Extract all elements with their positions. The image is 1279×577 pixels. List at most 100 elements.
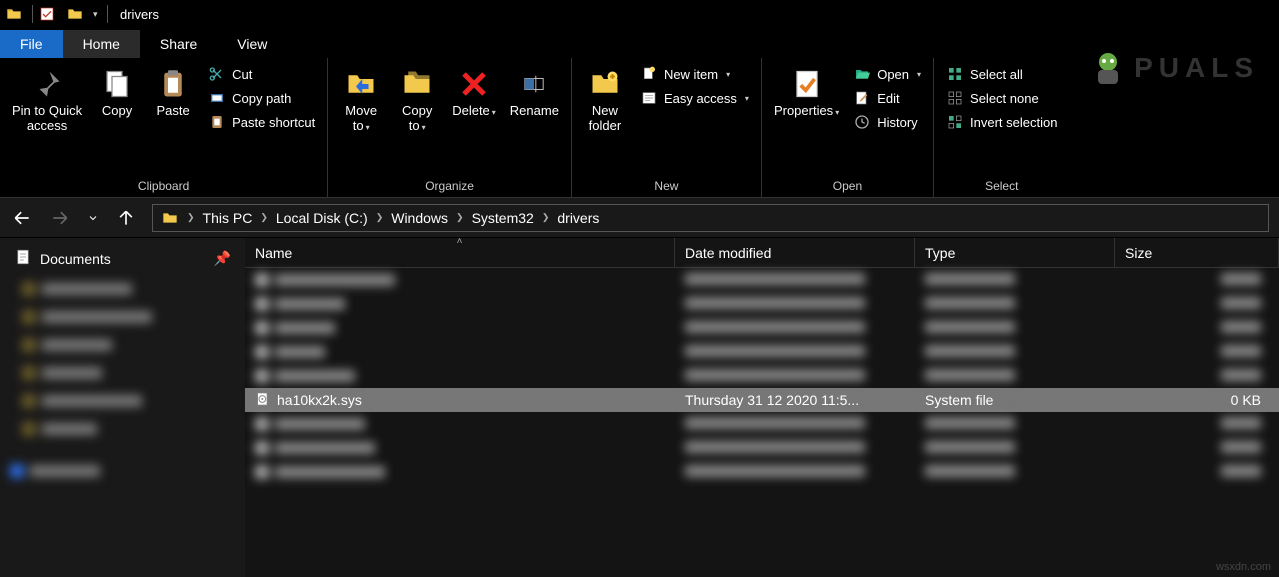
easyaccess-button[interactable]: Easy access▾	[636, 88, 753, 108]
crumb-localdisk[interactable]: Local Disk (C:)	[272, 210, 372, 226]
paste-button[interactable]: Paste	[148, 62, 198, 123]
column-size-label: Size	[1125, 245, 1152, 261]
edit-button[interactable]: Edit	[849, 88, 925, 108]
crumb-system32[interactable]: System32	[468, 210, 538, 226]
sidebar-item-documents[interactable]: Documents 📌	[10, 244, 235, 273]
table-row[interactable]	[245, 412, 1279, 436]
copypath-button[interactable]: Copy path	[204, 88, 319, 108]
newfolder-icon	[587, 66, 623, 102]
invert-icon	[946, 113, 964, 131]
documents-icon	[14, 248, 32, 269]
crumb-windows[interactable]: Windows	[387, 210, 452, 226]
forward-button[interactable]	[48, 206, 72, 230]
column-headers: ˄ Name Date modified Type Size	[245, 238, 1279, 268]
column-size[interactable]: Size	[1115, 238, 1279, 267]
qat-dropdown-icon[interactable]: ▾	[93, 9, 103, 20]
watermark: PUALS	[1088, 48, 1259, 88]
copyto-icon	[399, 66, 435, 102]
easyaccess-icon	[640, 89, 658, 107]
group-open: Properties▾ Open▾ Edit History Open	[762, 58, 934, 197]
tab-home[interactable]: Home	[63, 30, 140, 58]
table-row[interactable]	[245, 436, 1279, 460]
selectnone-label: Select none	[970, 91, 1039, 106]
open-label: Open	[877, 67, 909, 82]
sidebar-blurred-items	[10, 277, 235, 483]
invertselection-button[interactable]: Invert selection	[942, 112, 1061, 132]
group-clipboard: Pin to Quick access Copy Paste Cut	[0, 58, 328, 197]
group-select-label: Select	[985, 176, 1018, 195]
back-button[interactable]	[10, 206, 34, 230]
title-bar: ▾ drivers	[0, 0, 1279, 28]
moveto-button[interactable]: Move to▾	[336, 62, 386, 138]
file-sys-icon	[255, 391, 271, 410]
invert-label: Invert selection	[970, 115, 1057, 130]
copypath-label: Copy path	[232, 91, 291, 106]
cut-label: Cut	[232, 67, 252, 82]
properties-button[interactable]: Properties▾	[770, 62, 843, 123]
chevron-right-icon[interactable]: ❯	[372, 212, 388, 223]
open-icon	[853, 65, 871, 83]
column-type[interactable]: Type	[915, 238, 1115, 267]
chevron-right-icon[interactable]: ❯	[183, 212, 199, 223]
tab-view[interactable]: View	[217, 30, 287, 58]
chevron-right-icon[interactable]: ❯	[256, 212, 272, 223]
copy-label: Copy	[102, 104, 132, 119]
history-icon	[853, 113, 871, 131]
table-row[interactable]	[245, 268, 1279, 292]
history-label: History	[877, 115, 917, 130]
qat-newfolder-icon[interactable]	[65, 4, 85, 24]
properties-icon	[789, 66, 825, 102]
table-row[interactable]	[245, 316, 1279, 340]
selectall-button[interactable]: Select all	[942, 64, 1061, 84]
rename-label: Rename	[510, 104, 559, 119]
moveto-icon	[343, 66, 379, 102]
recent-dropdown-button[interactable]	[86, 206, 100, 230]
table-row[interactable]	[245, 292, 1279, 316]
open-button[interactable]: Open▾	[849, 64, 925, 84]
rename-button[interactable]: Rename	[506, 62, 563, 123]
column-date[interactable]: Date modified	[675, 238, 915, 267]
paste-label: Paste	[156, 104, 189, 119]
crumb-drivers[interactable]: drivers	[553, 210, 603, 226]
table-row[interactable]	[245, 364, 1279, 388]
qat-properties-icon[interactable]	[37, 4, 57, 24]
tab-share[interactable]: Share	[140, 30, 217, 58]
selectnone-button[interactable]: Select none	[942, 88, 1061, 108]
file-date: Thursday 31 12 2020 11:5...	[675, 392, 915, 408]
pin-to-quick-access-button[interactable]: Pin to Quick access	[8, 62, 86, 138]
file-name: ha10kx2k.sys	[277, 392, 362, 408]
history-button[interactable]: History	[849, 112, 925, 132]
pasteshortcut-icon	[208, 113, 226, 131]
content-area: Documents 📌 ˄ Name Date modified Type Si…	[0, 238, 1279, 577]
chevron-right-icon[interactable]: ❯	[452, 212, 468, 223]
selectall-icon	[946, 65, 964, 83]
window-title: drivers	[120, 7, 159, 22]
newitem-icon	[640, 65, 658, 83]
copyto-button[interactable]: Copy to▾	[392, 62, 442, 138]
copy-button[interactable]: Copy	[92, 62, 142, 123]
group-new-label: New	[654, 176, 678, 195]
up-button[interactable]	[114, 206, 138, 230]
table-row[interactable]	[245, 340, 1279, 364]
breadcrumb-folder-icon[interactable]	[157, 210, 183, 226]
pin-label: Pin to Quick access	[12, 104, 82, 134]
cut-button[interactable]: Cut	[204, 64, 319, 84]
table-row-selected[interactable]: ha10kx2k.sys Thursday 31 12 2020 11:5...…	[245, 388, 1279, 412]
crumb-thispc[interactable]: This PC	[199, 210, 257, 226]
column-date-label: Date modified	[685, 245, 771, 261]
file-rows: ha10kx2k.sys Thursday 31 12 2020 11:5...…	[245, 268, 1279, 484]
properties-label: Properties▾	[774, 104, 839, 119]
table-row[interactable]	[245, 460, 1279, 484]
sidebar-documents-label: Documents	[40, 251, 111, 267]
delete-button[interactable]: Delete▾	[448, 62, 500, 123]
tab-file[interactable]: File	[0, 30, 63, 58]
newfolder-button[interactable]: New folder	[580, 62, 630, 138]
column-name[interactable]: ˄ Name	[245, 238, 675, 267]
breadcrumb[interactable]: ❯ This PC ❯ Local Disk (C:) ❯ Windows ❯ …	[152, 204, 1269, 232]
column-type-label: Type	[925, 245, 955, 261]
newfolder-label: New folder	[589, 104, 622, 134]
newitem-button[interactable]: New item▾	[636, 64, 753, 84]
chevron-right-icon[interactable]: ❯	[538, 212, 554, 223]
pasteshortcut-button[interactable]: Paste shortcut	[204, 112, 319, 132]
pin-icon	[29, 66, 65, 102]
